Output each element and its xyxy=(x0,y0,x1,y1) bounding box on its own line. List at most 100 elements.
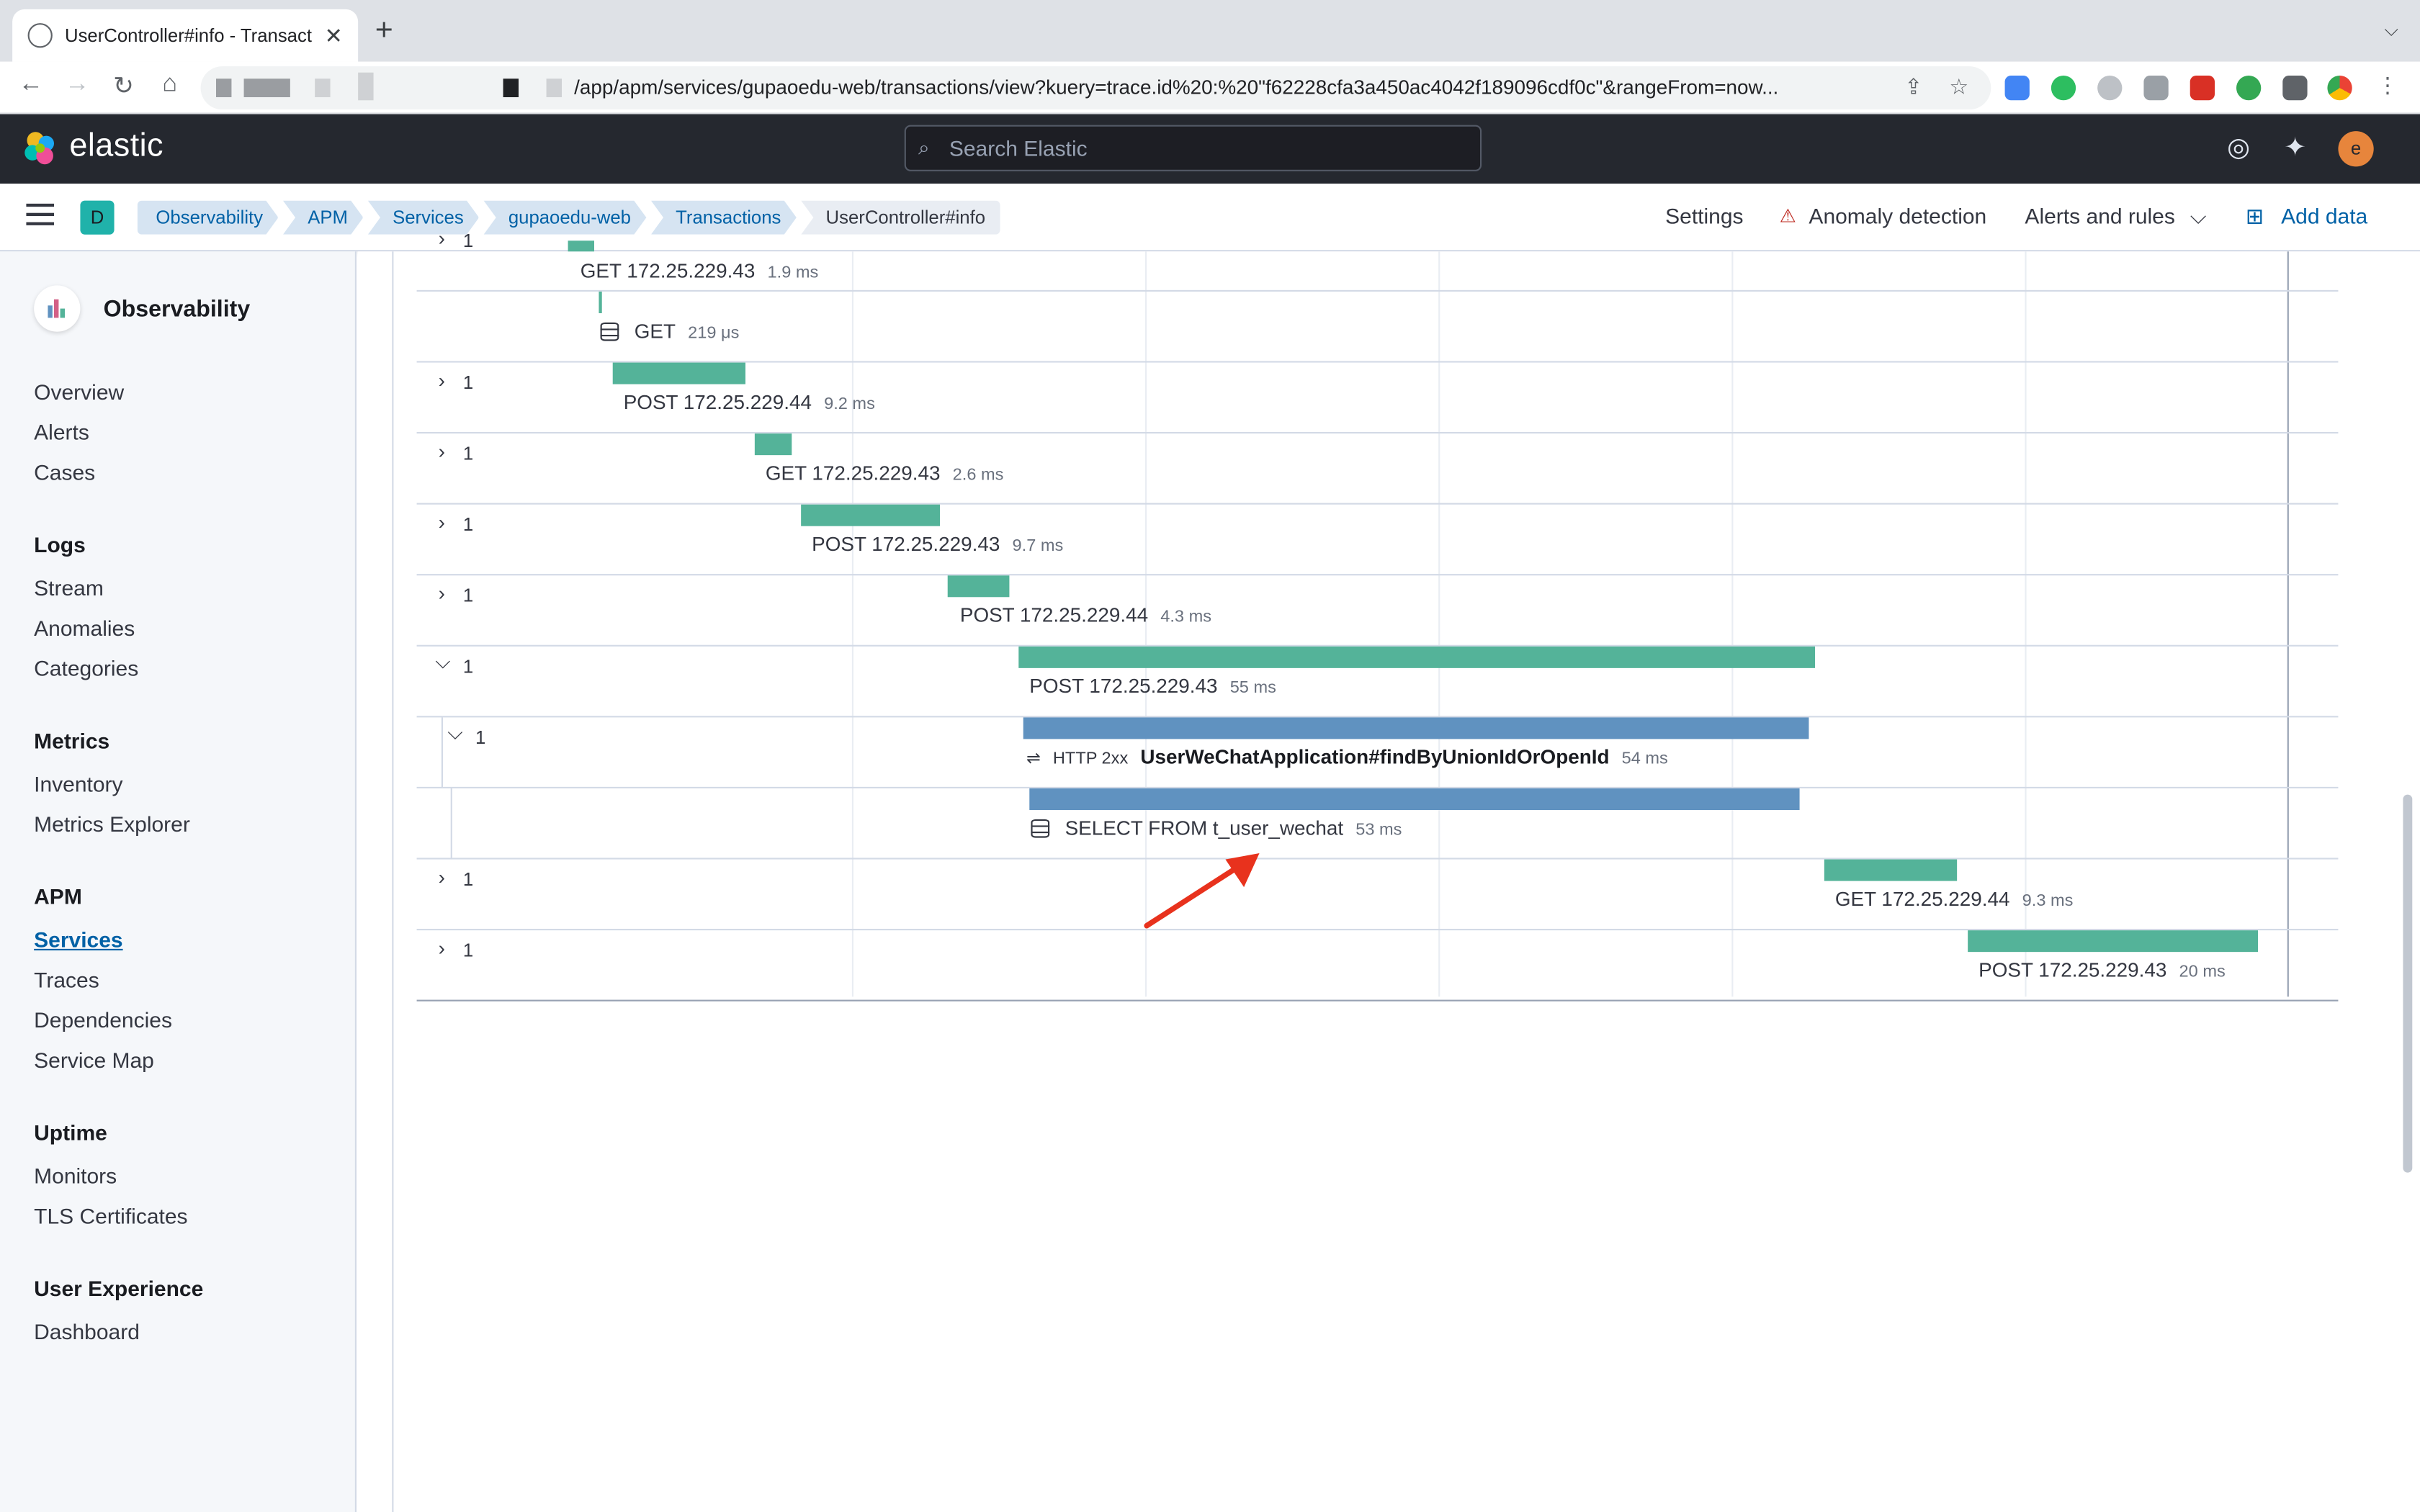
transaction-bar[interactable] xyxy=(1824,859,1958,881)
chevron-right-icon[interactable]: › xyxy=(439,582,445,605)
chrome-menu-icon[interactable]: ⋮ xyxy=(2377,73,2398,99)
transaction-bar[interactable] xyxy=(1968,930,2258,953)
extension-icon[interactable] xyxy=(2097,76,2123,101)
chevron-right-icon[interactable]: › xyxy=(439,937,445,960)
sidebar-header: Observability xyxy=(34,285,251,332)
camera-extension-icon[interactable] xyxy=(2143,76,2169,101)
elastic-logo-icon[interactable] xyxy=(22,130,58,166)
waterfall-row[interactable]: › 1 GET 172.25.229.43 1.9 ms xyxy=(416,220,2339,292)
home-icon[interactable]: ⌂ xyxy=(153,71,187,99)
chevron-right-icon[interactable]: › xyxy=(439,865,445,888)
sidebar-heading-logs: Logs xyxy=(34,532,86,557)
sidebar-item-alerts[interactable]: Alerts xyxy=(34,420,89,444)
forward-arrow-icon[interactable]: → xyxy=(60,71,94,99)
waterfall-row[interactable]: › 1 POST 172.25.229.43 20 ms xyxy=(416,930,2339,1002)
redacted-block xyxy=(358,72,374,101)
help-icon[interactable]: ◎ xyxy=(2227,132,2250,163)
global-search[interactable]: ⌕ xyxy=(904,125,1482,171)
database-icon xyxy=(600,322,619,341)
reload-icon[interactable]: ↻ xyxy=(107,71,140,102)
chevron-right-icon[interactable]: › xyxy=(439,440,445,463)
sidebar-item-cases[interactable]: Cases xyxy=(34,460,95,485)
sidebar-item-inventory[interactable]: Inventory xyxy=(34,771,122,796)
sidebar-item-services[interactable]: Services xyxy=(34,927,122,952)
transaction-bar[interactable] xyxy=(801,504,940,526)
sidebar-item-anomalies[interactable]: Anomalies xyxy=(34,616,135,640)
redacted-block xyxy=(546,78,562,97)
transaction-bar[interactable] xyxy=(754,433,792,456)
chevron-down-icon[interactable]: ⌵ xyxy=(447,721,462,745)
tab-search-chevron-icon[interactable]: ⌵ xyxy=(2384,19,2398,42)
elastic-brand[interactable]: elastic xyxy=(69,128,163,165)
back-arrow-icon[interactable]: ← xyxy=(14,71,48,99)
translate-extension-icon[interactable] xyxy=(2004,76,2030,101)
waterfall-row[interactable]: › 1 GET 172.25.229.43 2.6 ms xyxy=(416,433,2339,505)
sidebar-item-tls-certificates[interactable]: TLS Certificates xyxy=(34,1203,187,1228)
chrome-profile-icon[interactable] xyxy=(2327,76,2352,101)
sidebar-heading-user-experience: User Experience xyxy=(34,1276,204,1301)
evernote-extension-icon[interactable] xyxy=(2051,76,2076,101)
sidebar-heading-apm: APM xyxy=(34,883,82,909)
tab-close-icon[interactable]: ✕ xyxy=(325,22,343,48)
sidebar-heading-uptime: Uptime xyxy=(34,1120,107,1145)
transaction-bar[interactable] xyxy=(612,362,745,384)
sidebar-item-stream[interactable]: Stream xyxy=(34,575,104,600)
transaction-bar[interactable] xyxy=(1018,646,1815,668)
puzzle-extensions-icon[interactable] xyxy=(2282,76,2308,101)
child-count: 1 xyxy=(462,655,474,678)
breadcrumb-apm[interactable]: APM xyxy=(283,201,363,235)
fe-extension-icon[interactable] xyxy=(2190,76,2215,101)
waterfall-row[interactable]: › 1 POST 172.25.229.43 9.7 ms xyxy=(416,504,2339,576)
browser-tab[interactable]: UserController#info - Transacti ✕ xyxy=(12,9,359,62)
chevron-right-icon[interactable]: › xyxy=(439,227,445,250)
breadcrumb-observability[interactable]: Observability xyxy=(138,201,279,235)
sidebar-item-overview[interactable]: Overview xyxy=(34,379,124,404)
green-extension-icon[interactable] xyxy=(2236,76,2262,101)
span-bar[interactable] xyxy=(1023,717,1809,739)
waterfall-row[interactable]: › 1 POST 172.25.229.44 4.3 ms xyxy=(416,575,2339,647)
span-label: GET 172.25.229.43 1.9 ms xyxy=(580,259,819,283)
news-icon[interactable]: ✦ xyxy=(2284,132,2306,163)
waterfall-row[interactable]: SELECT FROM t_user_wechat 53 ms xyxy=(416,788,2339,860)
child-count: 1 xyxy=(462,585,474,607)
trace-waterfall: › 1 GET 172.25.229.43 1.9 ms GET 219 μs › … xyxy=(358,227,2420,1512)
waterfall-row[interactable]: GET 219 μs xyxy=(416,292,2339,363)
sidebar-item-dependencies[interactable]: Dependencies xyxy=(34,1007,172,1032)
sidebar-item-categories[interactable]: Categories xyxy=(34,656,138,680)
new-tab-button[interactable]: + xyxy=(375,15,393,46)
transaction-bar[interactable] xyxy=(568,240,594,252)
span-bar[interactable] xyxy=(599,292,602,313)
waterfall-row[interactable]: › 1 GET 172.25.229.44 9.3 ms xyxy=(416,859,2339,931)
search-input[interactable] xyxy=(949,132,1458,164)
chevron-right-icon[interactable]: › xyxy=(439,369,445,392)
redacted-block xyxy=(216,78,232,97)
page-scrollbar-thumb[interactable] xyxy=(2403,794,2413,1173)
chevron-down-icon[interactable]: ⌵ xyxy=(435,649,450,674)
span-label: GET 219 μs xyxy=(600,320,739,343)
child-count: 1 xyxy=(462,372,474,394)
sidebar-item-service-map[interactable]: Service Map xyxy=(34,1048,154,1072)
child-count: 1 xyxy=(462,513,474,536)
sidebar-item-dashboard[interactable]: Dashboard xyxy=(34,1319,140,1344)
space-avatar[interactable]: D xyxy=(80,200,115,235)
sidebar-item-traces[interactable]: Traces xyxy=(34,968,99,992)
user-avatar[interactable]: e xyxy=(2338,131,2374,167)
menu-hamburger-icon[interactable] xyxy=(26,203,54,228)
sidebar-item-monitors[interactable]: Monitors xyxy=(34,1164,117,1188)
transaction-bar[interactable] xyxy=(947,575,1010,598)
address-bar[interactable]: /app/apm/services/gupaoedu-web/transacti… xyxy=(200,66,1991,110)
chevron-right-icon[interactable]: › xyxy=(439,510,445,534)
share-icon[interactable]: ⇪ xyxy=(1904,74,1922,100)
bookmark-star-icon[interactable]: ☆ xyxy=(1949,74,1968,100)
span-label: ⇌ HTTP 2xx UserWeChatApplication#findByUni… xyxy=(1026,745,1668,769)
waterfall-row[interactable]: › 1 POST 172.25.229.44 9.2 ms xyxy=(416,362,2339,434)
sidebar-title: Observability xyxy=(103,295,251,322)
span-bar[interactable] xyxy=(1029,788,1800,810)
sidebar-item-metrics-explorer[interactable]: Metrics Explorer xyxy=(34,811,190,836)
redacted-block xyxy=(315,78,331,97)
span-label: GET 172.25.229.43 2.6 ms xyxy=(765,461,1004,485)
tree-indent-line xyxy=(450,788,452,860)
child-count: 1 xyxy=(462,940,474,961)
waterfall-row[interactable]: ⌵ 1 POST 172.25.229.43 55 ms xyxy=(416,646,2339,718)
waterfall-row[interactable]: ⌵ 1 ⇌ HTTP 2xx UserWeChatApplication#findB… xyxy=(416,717,2339,788)
